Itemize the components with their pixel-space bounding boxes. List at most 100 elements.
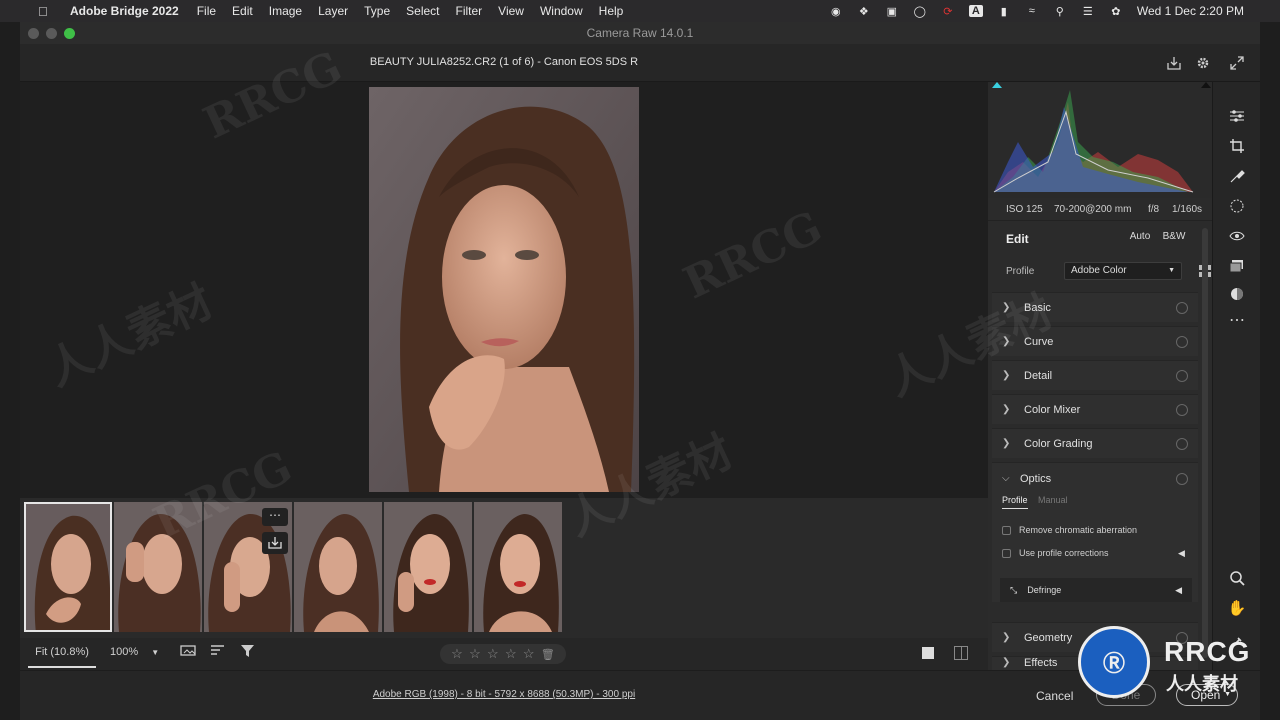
screen-icon[interactable]: ▣: [885, 5, 899, 18]
menu-window[interactable]: Window: [540, 4, 583, 18]
hand-tool-icon[interactable]: ✋: [1227, 598, 1247, 618]
profile-value: Adobe Color: [1071, 265, 1127, 276]
menu-type[interactable]: Type: [364, 4, 390, 18]
filmstrip-thumb-1[interactable]: [24, 502, 112, 632]
compare-view-icon[interactable]: [954, 646, 968, 660]
cancel-button[interactable]: Cancel: [1036, 689, 1073, 703]
menu-edit[interactable]: Edit: [232, 4, 253, 18]
tab-manual[interactable]: Manual: [1038, 495, 1068, 505]
siri-icon[interactable]: ✿: [1109, 5, 1123, 18]
menu-image[interactable]: Image: [269, 4, 302, 18]
eye-icon[interactable]: [1176, 438, 1188, 450]
menu-view[interactable]: View: [498, 4, 524, 18]
auto-button[interactable]: Auto: [1126, 228, 1154, 246]
filmstrip-options-icon[interactable]: [180, 644, 200, 662]
save-image-icon[interactable]: [1165, 54, 1183, 72]
record-icon[interactable]: ◉: [829, 5, 843, 18]
fullscreen-icon[interactable]: [1228, 54, 1246, 72]
dropbox-icon[interactable]: ❖: [857, 5, 871, 18]
use-profile-checkbox[interactable]: Use profile corrections: [1002, 548, 1109, 558]
triangle-left-icon[interactable]: ◀: [1175, 585, 1182, 596]
more-options-icon[interactable]: ⋯: [262, 508, 288, 526]
checkbox-box[interactable]: [1002, 525, 1011, 535]
single-view-icon[interactable]: [922, 647, 934, 659]
crop-icon[interactable]: [1227, 136, 1247, 156]
menu-file[interactable]: File: [197, 4, 216, 18]
image-preview-area[interactable]: [20, 82, 988, 498]
star-rating[interactable]: ☆ ☆ ☆ ☆ ☆ 🗑: [440, 644, 566, 664]
clock[interactable]: Wed 1 Dec 2:20 PM: [1137, 4, 1244, 18]
control-center-icon[interactable]: ☰: [1081, 5, 1095, 18]
menu-select[interactable]: Select: [406, 4, 439, 18]
zoom-dropdown[interactable]: 100% ▼: [110, 646, 159, 658]
thumb-save-icon[interactable]: [262, 532, 288, 554]
panel-scrollbar[interactable]: [1202, 228, 1208, 658]
title-bar: Camera Raw 14.0.1: [20, 22, 1260, 44]
star-icon[interactable]: ☆: [451, 646, 463, 662]
section-color-mixer[interactable]: ❯ Color Mixer: [992, 394, 1198, 424]
histogram[interactable]: [988, 82, 1212, 198]
search-icon[interactable]: ⚲: [1053, 5, 1067, 18]
red-eye-icon[interactable]: [1227, 226, 1247, 246]
menu-layer[interactable]: Layer: [318, 4, 348, 18]
sync-icon[interactable]: ⟳: [941, 5, 955, 18]
menu-help[interactable]: Help: [599, 4, 624, 18]
close-window-button[interactable]: [28, 28, 39, 39]
app-menu[interactable]: Adobe Bridge 2022: [70, 4, 179, 18]
presets-icon[interactable]: [1227, 284, 1247, 304]
star-icon[interactable]: ☆: [523, 646, 535, 662]
section-color-grading[interactable]: ❯ Color Grading: [992, 428, 1198, 458]
sort-icon[interactable]: [210, 644, 230, 662]
battery-icon[interactable]: ▮: [997, 5, 1011, 18]
triangle-left-icon[interactable]: ◀: [1178, 548, 1185, 559]
bw-button[interactable]: B&W: [1160, 228, 1188, 246]
filmstrip-thumb-5[interactable]: [384, 502, 472, 632]
gear-icon[interactable]: [1194, 54, 1212, 72]
fit-zoom-button[interactable]: Fit (10.8%): [28, 646, 96, 668]
tab-profile[interactable]: Profile: [1002, 495, 1028, 509]
camera-raw-window: Camera Raw 14.0.1 BEAUTY JULIA8252.CR2 (…: [20, 22, 1260, 720]
star-icon[interactable]: ☆: [505, 646, 517, 662]
workflow-options-link[interactable]: Adobe RGB (1998) - 8 bit - 5792 x 8688 (…: [20, 689, 988, 700]
healing-brush-icon[interactable]: [1227, 166, 1247, 186]
checkbox-box[interactable]: [1002, 548, 1011, 558]
filmstrip-thumb-4[interactable]: [294, 502, 382, 632]
section-basic[interactable]: ❯ Basic: [992, 292, 1198, 322]
eye-icon[interactable]: [1176, 302, 1188, 314]
filmstrip-thumb-6[interactable]: [474, 502, 562, 632]
apple-icon[interactable]: : [38, 4, 52, 19]
optics-label[interactable]: Optics: [1020, 473, 1051, 485]
zoom-value: 100%: [110, 646, 139, 658]
eye-icon[interactable]: [1176, 370, 1188, 382]
minimize-window-button[interactable]: [46, 28, 57, 39]
eye-icon[interactable]: [1176, 336, 1188, 348]
snapshots-icon[interactable]: [1227, 256, 1247, 276]
wifi-icon[interactable]: ≈: [1025, 5, 1039, 17]
section-curve[interactable]: ❯ Curve: [992, 326, 1198, 356]
masking-icon[interactable]: [1227, 196, 1247, 216]
chevron-down-icon[interactable]: ⌵: [1002, 473, 1010, 484]
menu-filter[interactable]: Filter: [456, 4, 483, 18]
profile-select[interactable]: Adobe Color ▼: [1064, 262, 1182, 280]
star-icon[interactable]: ☆: [487, 646, 499, 662]
star-icon[interactable]: ☆: [469, 646, 481, 662]
remove-ca-checkbox[interactable]: Remove chromatic aberration: [1002, 525, 1137, 535]
filter-icon[interactable]: [240, 644, 260, 662]
edit-sliders-icon[interactable]: [1227, 106, 1247, 126]
filmstrip-thumb-2[interactable]: [114, 502, 202, 632]
zoom-window-button[interactable]: [64, 28, 75, 39]
trash-icon[interactable]: 🗑: [541, 648, 555, 661]
more-icon[interactable]: ⋯: [1227, 310, 1247, 330]
filmstrip-thumb-3[interactable]: ⋯: [204, 502, 292, 632]
defringe-row[interactable]: ⤡ Defringe ◀: [1000, 578, 1192, 602]
eye-icon[interactable]: [1176, 404, 1188, 416]
chevron-right-icon: ❯: [1002, 632, 1011, 643]
section-label: Effects: [1024, 657, 1058, 669]
main-photo[interactable]: [369, 87, 639, 492]
creative-cloud-icon[interactable]: ◯: [913, 5, 927, 18]
eye-icon[interactable]: [1176, 473, 1188, 485]
defringe-icon: ⤡: [1010, 584, 1018, 595]
section-detail[interactable]: ❯ Detail: [992, 360, 1198, 390]
keyboard-A-icon[interactable]: A: [968, 5, 983, 17]
zoom-tool-icon[interactable]: [1227, 568, 1247, 588]
